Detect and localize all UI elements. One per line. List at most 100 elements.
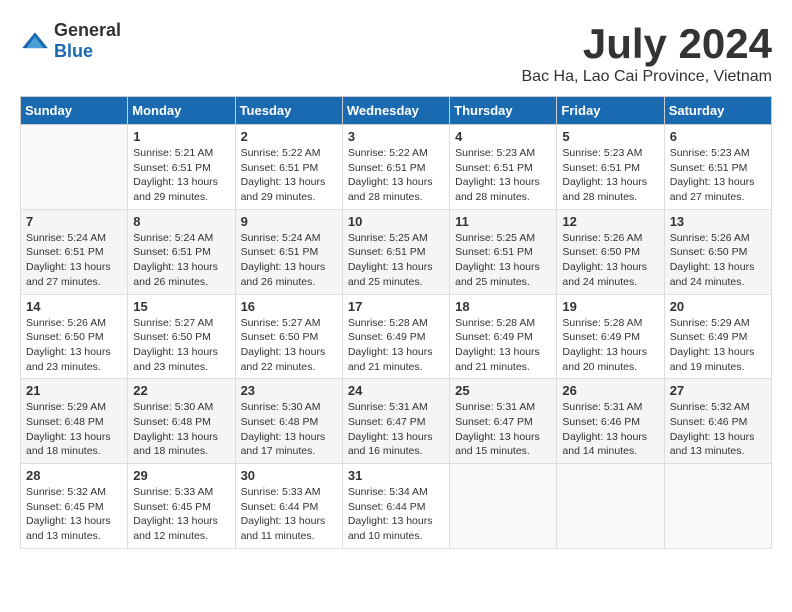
day-info: Sunrise: 5:22 AMSunset: 6:51 PMDaylight:…	[241, 146, 337, 205]
day-number: 11	[455, 214, 551, 229]
calendar-cell: 13 Sunrise: 5:26 AMSunset: 6:50 PMDayligh…	[664, 209, 771, 294]
day-info: Sunrise: 5:21 AMSunset: 6:51 PMDaylight:…	[133, 146, 229, 205]
calendar-cell: 25Sunrise: 5:31 AMSunset: 6:47 PMDayligh…	[450, 379, 557, 464]
header: General Blue July 2024 Bac Ha, Lao Cai P…	[20, 20, 772, 86]
calendar-cell	[557, 464, 664, 549]
calendar-week-row: 7Sunrise: 5:24 AMSunset: 6:51 PMDaylight…	[21, 209, 772, 294]
day-info: Sunrise: 5:26 AMSunset: 6:50 PMDaylight:…	[26, 316, 122, 375]
calendar-cell: 8Sunrise: 5:24 AMSunset: 6:51 PMDaylight…	[128, 209, 235, 294]
day-info: Sunrise: 5:24 AMSunset: 6:51 PMDaylight:…	[241, 231, 337, 290]
calendar-header-row: SundayMondayTuesdayWednesdayThursdayFrid…	[21, 97, 772, 125]
day-info: Sunrise: 5:31 AMSunset: 6:47 PMDaylight:…	[348, 400, 444, 459]
day-info: Sunrise: 5:26 AMSunset: 6:50 PMDaylight:…	[670, 231, 766, 290]
day-number: 10	[348, 214, 444, 229]
day-info: Sunrise: 5:32 AMSunset: 6:46 PMDaylight:…	[670, 400, 766, 459]
day-number: 4	[455, 129, 551, 144]
day-info: Sunrise: 5:23 AMSunset: 6:51 PMDaylight:…	[562, 146, 658, 205]
calendar-cell: 1 Sunrise: 5:21 AMSunset: 6:51 PMDaylight…	[128, 125, 235, 210]
day-number: 15	[133, 299, 229, 314]
day-number: 23	[241, 383, 337, 398]
day-info: Sunrise: 5:25 AMSunset: 6:51 PMDaylight:…	[348, 231, 444, 290]
day-number: 18	[455, 299, 551, 314]
calendar-cell: 22 Sunrise: 5:30 AMSunset: 6:48 PMDayligh…	[128, 379, 235, 464]
day-info: Sunrise: 5:22 AMSunset: 6:51 PMDaylight:…	[348, 146, 444, 205]
day-info: Sunrise: 5:33 AMSunset: 6:44 PMDaylight:…	[241, 485, 337, 544]
calendar-cell: 12 Sunrise: 5:26 AMSunset: 6:50 PMDayligh…	[557, 209, 664, 294]
calendar-cell: 24 Sunrise: 5:31 AMSunset: 6:47 PMDayligh…	[342, 379, 449, 464]
day-number: 2	[241, 129, 337, 144]
day-number: 26	[562, 383, 658, 398]
calendar-week-row: 28Sunrise: 5:32 AMSunset: 6:45 PMDayligh…	[21, 464, 772, 549]
calendar-cell: 23 Sunrise: 5:30 AMSunset: 6:48 PMDayligh…	[235, 379, 342, 464]
logo-text: General Blue	[54, 20, 121, 62]
day-number: 17	[348, 299, 444, 314]
day-info: Sunrise: 5:27 AMSunset: 6:50 PMDaylight:…	[241, 316, 337, 375]
calendar-cell	[21, 125, 128, 210]
day-number: 22	[133, 383, 229, 398]
calendar-cell: 19 Sunrise: 5:28 AMSunset: 6:49 PMDayligh…	[557, 294, 664, 379]
day-info: Sunrise: 5:28 AMSunset: 6:49 PMDaylight:…	[562, 316, 658, 375]
day-info: Sunrise: 5:33 AMSunset: 6:45 PMDaylight:…	[133, 485, 229, 544]
calendar-cell: 18 Sunrise: 5:28 AMSunset: 6:49 PMDayligh…	[450, 294, 557, 379]
calendar-cell: 14 Sunrise: 5:26 AMSunset: 6:50 PMDayligh…	[21, 294, 128, 379]
day-number: 1	[133, 129, 229, 144]
day-number: 24	[348, 383, 444, 398]
day-info: Sunrise: 5:34 AMSunset: 6:44 PMDaylight:…	[348, 485, 444, 544]
calendar-table: SundayMondayTuesdayWednesdayThursdayFrid…	[20, 96, 772, 549]
day-number: 25	[455, 383, 551, 398]
calendar-cell: 20 Sunrise: 5:29 AMSunset: 6:49 PMDayligh…	[664, 294, 771, 379]
day-info: Sunrise: 5:23 AMSunset: 6:51 PMDaylight:…	[670, 146, 766, 205]
main-title: July 2024	[522, 20, 773, 68]
day-number: 27	[670, 383, 766, 398]
calendar-cell: 7Sunrise: 5:24 AMSunset: 6:51 PMDaylight…	[21, 209, 128, 294]
calendar-cell: 26 Sunrise: 5:31 AMSunset: 6:46 PMDayligh…	[557, 379, 664, 464]
day-info: Sunrise: 5:23 AMSunset: 6:51 PMDaylight:…	[455, 146, 551, 205]
day-info: Sunrise: 5:27 AMSunset: 6:50 PMDaylight:…	[133, 316, 229, 375]
day-number: 6	[670, 129, 766, 144]
calendar-cell: 5 Sunrise: 5:23 AMSunset: 6:51 PMDaylight…	[557, 125, 664, 210]
day-number: 30	[241, 468, 337, 483]
calendar-week-row: 21Sunrise: 5:29 AMSunset: 6:48 PMDayligh…	[21, 379, 772, 464]
day-number: 20	[670, 299, 766, 314]
calendar-cell: 10 Sunrise: 5:25 AMSunset: 6:51 PMDayligh…	[342, 209, 449, 294]
day-info: Sunrise: 5:26 AMSunset: 6:50 PMDaylight:…	[562, 231, 658, 290]
day-info: Sunrise: 5:28 AMSunset: 6:49 PMDaylight:…	[348, 316, 444, 375]
day-info: Sunrise: 5:29 AMSunset: 6:49 PMDaylight:…	[670, 316, 766, 375]
calendar-week-row: 14 Sunrise: 5:26 AMSunset: 6:50 PMDayligh…	[21, 294, 772, 379]
calendar-week-row: 1 Sunrise: 5:21 AMSunset: 6:51 PMDaylight…	[21, 125, 772, 210]
day-number: 9	[241, 214, 337, 229]
calendar-day-header: Wednesday	[342, 97, 449, 125]
day-info: Sunrise: 5:24 AMSunset: 6:51 PMDaylight:…	[26, 231, 122, 290]
day-number: 5	[562, 129, 658, 144]
day-number: 19	[562, 299, 658, 314]
day-number: 12	[562, 214, 658, 229]
calendar-cell: 16Sunrise: 5:27 AMSunset: 6:50 PMDayligh…	[235, 294, 342, 379]
calendar-cell: 27 Sunrise: 5:32 AMSunset: 6:46 PMDayligh…	[664, 379, 771, 464]
calendar-cell	[450, 464, 557, 549]
day-number: 14	[26, 299, 122, 314]
calendar-cell: 2 Sunrise: 5:22 AMSunset: 6:51 PMDaylight…	[235, 125, 342, 210]
calendar-day-header: Sunday	[21, 97, 128, 125]
day-info: Sunrise: 5:24 AMSunset: 6:51 PMDaylight:…	[133, 231, 229, 290]
calendar-day-header: Monday	[128, 97, 235, 125]
calendar-cell: 3 Sunrise: 5:22 AMSunset: 6:51 PMDaylight…	[342, 125, 449, 210]
day-info: Sunrise: 5:28 AMSunset: 6:49 PMDaylight:…	[455, 316, 551, 375]
calendar-cell: 17 Sunrise: 5:28 AMSunset: 6:49 PMDayligh…	[342, 294, 449, 379]
day-number: 21	[26, 383, 122, 398]
day-number: 3	[348, 129, 444, 144]
day-info: Sunrise: 5:30 AMSunset: 6:48 PMDaylight:…	[133, 400, 229, 459]
day-number: 13	[670, 214, 766, 229]
calendar-cell: 11Sunrise: 5:25 AMSunset: 6:51 PMDayligh…	[450, 209, 557, 294]
calendar-cell: 21Sunrise: 5:29 AMSunset: 6:48 PMDayligh…	[21, 379, 128, 464]
calendar-cell	[664, 464, 771, 549]
calendar-cell: 6 Sunrise: 5:23 AMSunset: 6:51 PMDaylight…	[664, 125, 771, 210]
calendar-cell: 29Sunrise: 5:33 AMSunset: 6:45 PMDayligh…	[128, 464, 235, 549]
day-number: 31	[348, 468, 444, 483]
day-info: Sunrise: 5:30 AMSunset: 6:48 PMDaylight:…	[241, 400, 337, 459]
calendar-day-header: Friday	[557, 97, 664, 125]
day-info: Sunrise: 5:31 AMSunset: 6:46 PMDaylight:…	[562, 400, 658, 459]
logo: General Blue	[20, 20, 121, 62]
title-area: July 2024 Bac Ha, Lao Cai Province, Viet…	[522, 20, 773, 86]
day-info: Sunrise: 5:32 AMSunset: 6:45 PMDaylight:…	[26, 485, 122, 544]
calendar-cell: 9 Sunrise: 5:24 AMSunset: 6:51 PMDaylight…	[235, 209, 342, 294]
